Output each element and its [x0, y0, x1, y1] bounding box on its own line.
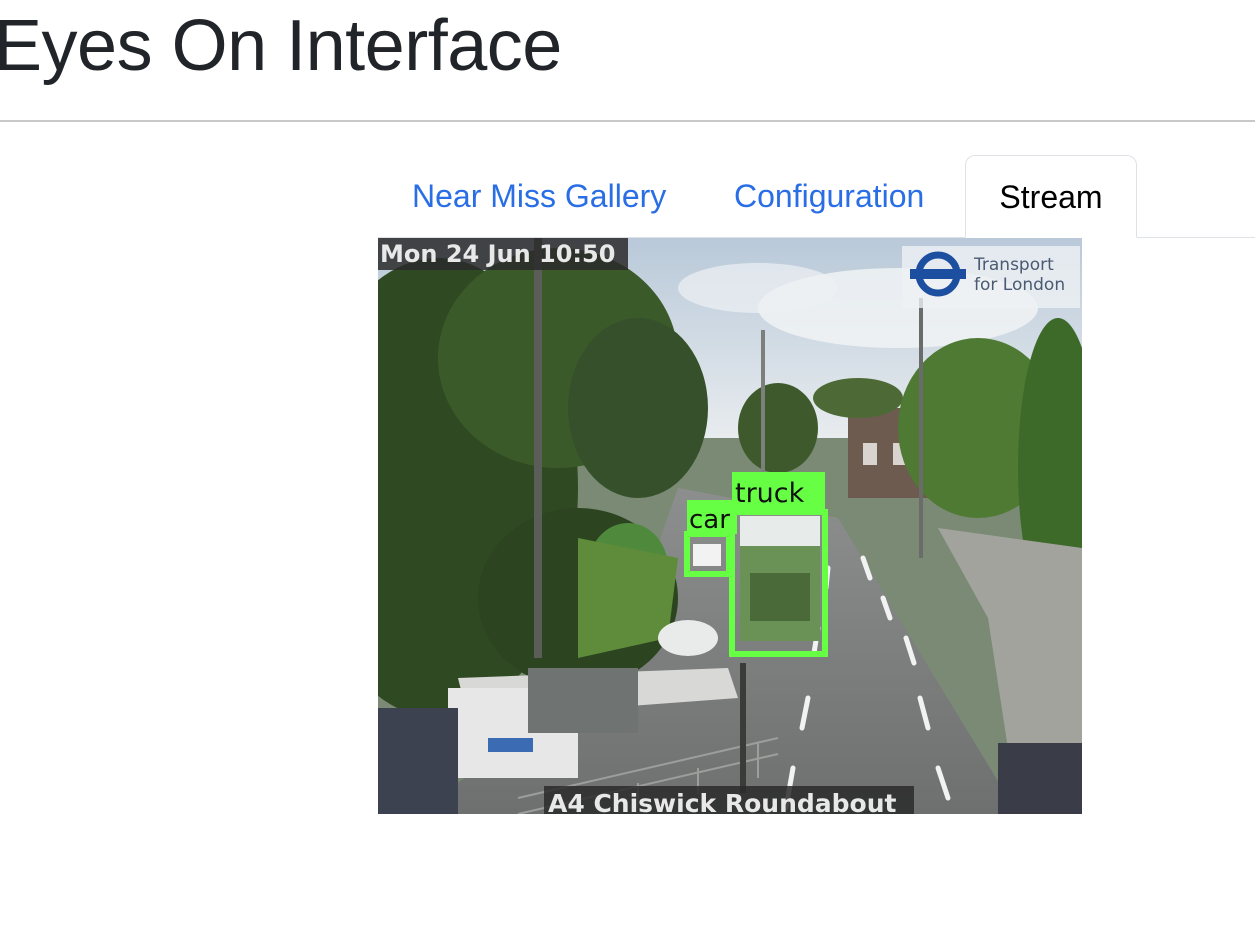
tab-stream[interactable]: Stream — [965, 155, 1137, 238]
parked-van — [998, 743, 1082, 814]
detection-car-label: car — [689, 505, 730, 535]
passing-car — [658, 620, 718, 656]
page-title: Eyes On Interface — [0, 6, 562, 86]
camera-frame-image: truck car Mon 24 Jun 10:50 Transport for… — [378, 238, 1082, 814]
tfl-text-line2: for London — [974, 275, 1065, 295]
tfl-text-line1: Transport — [973, 255, 1054, 275]
tab-configuration[interactable]: Configuration — [734, 155, 924, 237]
stream-location: A4 Chiswick Roundabout — [548, 789, 897, 814]
stream-timestamp: Mon 24 Jun 10:50 — [380, 240, 615, 268]
road-sign — [528, 668, 638, 733]
camera-stream: truck car Mon 24 Jun 10:50 Transport for… — [378, 238, 1082, 814]
car-vehicle — [693, 544, 721, 566]
lamp-post — [534, 238, 542, 658]
header-divider — [0, 120, 1255, 122]
tab-near-miss-gallery[interactable]: Near Miss Gallery — [412, 155, 666, 237]
tab-bar: Near Miss Gallery Configuration Stream — [378, 155, 1255, 238]
detection-truck-label: truck — [735, 478, 805, 509]
